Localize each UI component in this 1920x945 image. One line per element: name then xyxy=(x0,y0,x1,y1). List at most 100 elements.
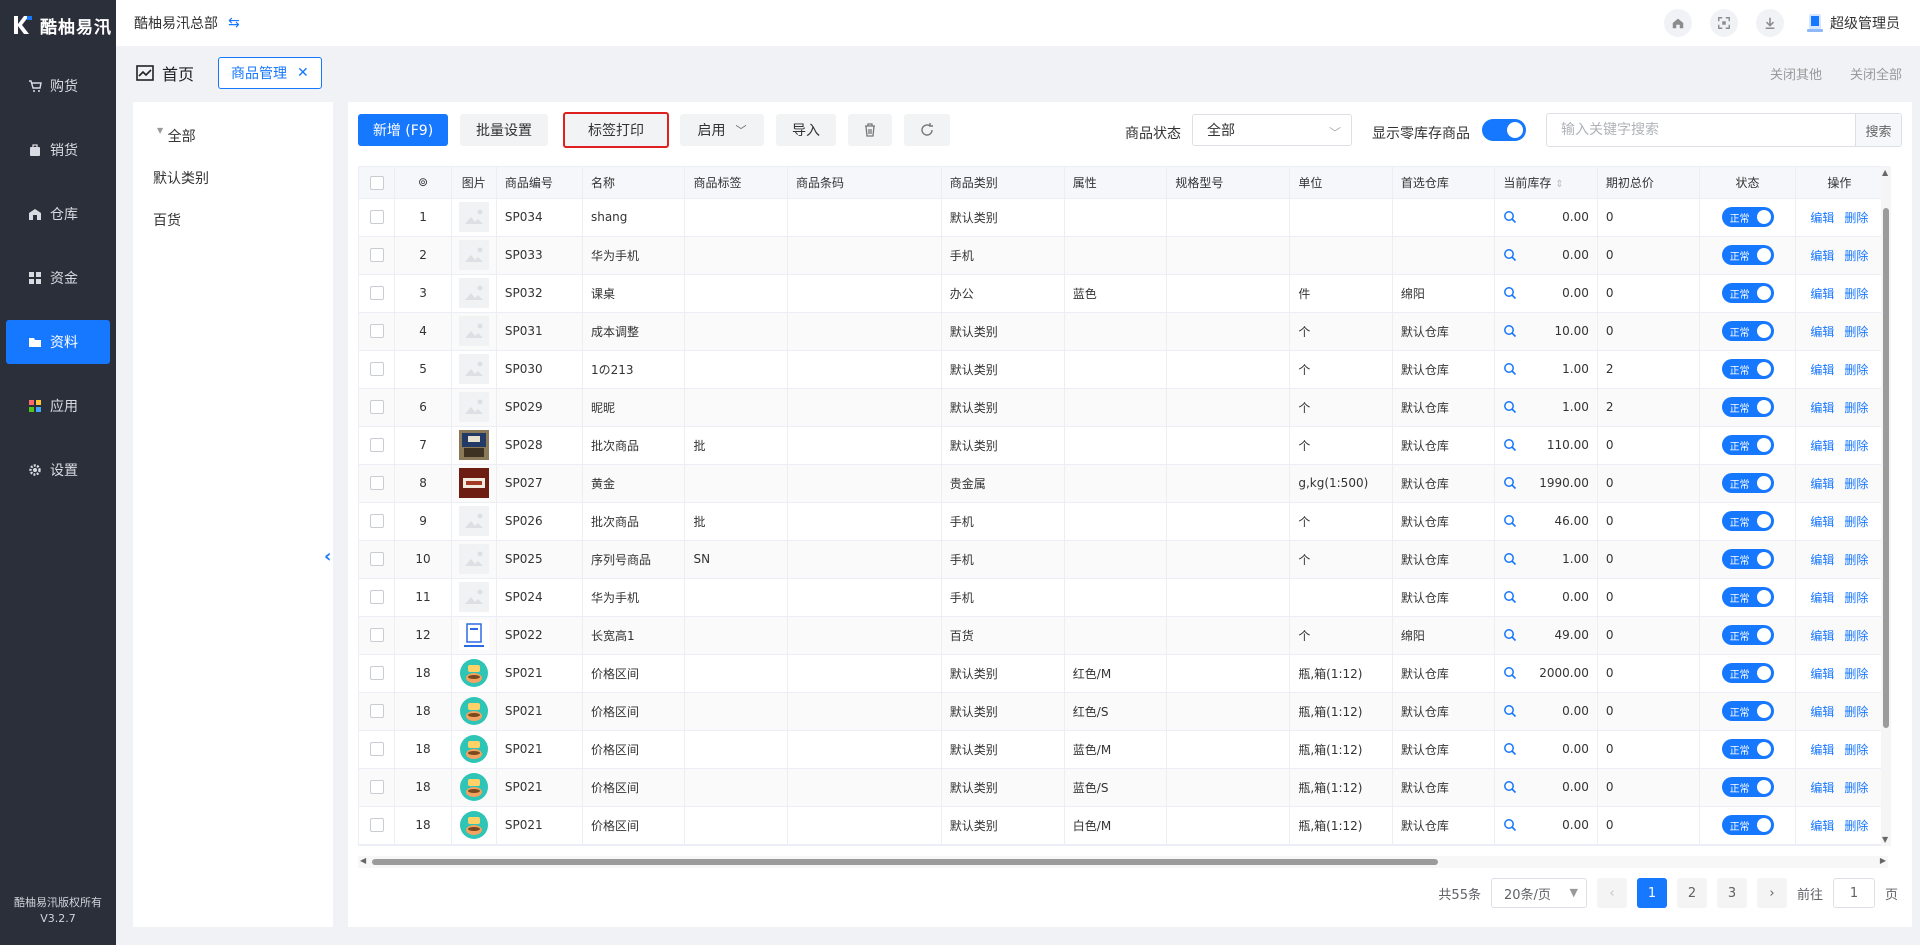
edit-link[interactable]: 编辑 xyxy=(1810,781,1834,795)
status-toggle[interactable]: 正常 xyxy=(1721,587,1774,607)
add-button[interactable]: 新增 (F9) xyxy=(358,114,448,146)
status-toggle[interactable]: 正常 xyxy=(1721,207,1774,227)
vertical-scroll-thumb[interactable] xyxy=(1883,208,1889,728)
table-row[interactable]: 2 SP033 华为手机 手机 0.00 0 正常 编辑 删除 xyxy=(359,236,1882,275)
table-row[interactable]: 18 SP021 价格区间 默认类别 蓝色/S 瓶,箱(1:12) 默认仓库 0.00 0 正常 编… xyxy=(359,768,1882,807)
org-name[interactable]: 酷柚易汛总部 xyxy=(134,13,218,33)
tab-home[interactable]: 首页 xyxy=(136,61,194,85)
status-toggle[interactable]: 正常 xyxy=(1721,777,1774,797)
sidebar-item-6[interactable]: 设置 xyxy=(6,448,110,492)
edit-link[interactable]: 编辑 xyxy=(1810,439,1834,453)
row-checkbox[interactable] xyxy=(359,388,396,427)
edit-link[interactable]: 编辑 xyxy=(1810,667,1834,681)
sidebar-item-5[interactable]: 应用 xyxy=(6,384,110,428)
scroll-right-icon[interactable]: ▶ xyxy=(1880,856,1886,865)
edit-link[interactable]: 编辑 xyxy=(1810,211,1834,225)
prev-page-button[interactable]: ‹ xyxy=(1596,878,1627,908)
delete-link[interactable]: 删除 xyxy=(1844,781,1868,795)
table-row[interactable]: 4 SP031 成本调整 默认类别 个默认仓库 10.00 0 正常 编辑 删除 xyxy=(359,312,1882,351)
status-toggle[interactable]: 正常 xyxy=(1721,321,1774,341)
table-row[interactable]: 18 SP021 价格区间 默认类别 红色/S 瓶,箱(1:12) 默认仓库 0.00 0 正常 编… xyxy=(359,692,1882,731)
delete-link[interactable]: 删除 xyxy=(1844,325,1868,339)
row-checkbox[interactable] xyxy=(359,692,396,731)
delete-link[interactable]: 删除 xyxy=(1844,629,1868,643)
edit-link[interactable]: 编辑 xyxy=(1810,401,1834,415)
status-toggle[interactable]: 正常 xyxy=(1721,815,1774,835)
scroll-left-icon[interactable]: ◀ xyxy=(360,856,366,865)
edit-link[interactable]: 编辑 xyxy=(1810,743,1834,757)
search-icon[interactable] xyxy=(1503,438,1517,452)
status-toggle[interactable]: 正常 xyxy=(1721,663,1774,683)
horizontal-scroll-thumb[interactable] xyxy=(372,859,1438,865)
delete-link[interactable]: 删除 xyxy=(1844,287,1868,301)
select-all-checkbox[interactable] xyxy=(359,167,396,199)
sidebar-item-3[interactable]: 资金 xyxy=(6,256,110,300)
table-row[interactable]: 6 SP029 昵昵 默认类别 个默认仓库 1.00 2 正常 编辑 删除 xyxy=(359,388,1882,427)
table-row[interactable]: 7 SP028 批次商品批 默认类别 个默认仓库 110.00 0 正常 编辑 删除 xyxy=(359,426,1882,465)
delete-link[interactable]: 删除 xyxy=(1844,591,1868,605)
sidebar-item-1[interactable]: 销货 xyxy=(6,128,110,172)
user-menu[interactable]: 超级管理员 xyxy=(1806,13,1900,33)
status-toggle[interactable]: 正常 xyxy=(1721,435,1774,455)
row-checkbox[interactable] xyxy=(359,274,396,313)
search-icon[interactable] xyxy=(1503,666,1517,680)
edit-link[interactable]: 编辑 xyxy=(1810,249,1834,263)
status-toggle[interactable]: 正常 xyxy=(1721,397,1774,417)
enable-dropdown[interactable]: 启用 ﹀ xyxy=(680,114,764,146)
table-row[interactable]: 3 SP032 课桌 办公 蓝色 件绵阳 0.00 0 正常 编辑 删除 xyxy=(359,274,1882,313)
sidebar-item-0[interactable]: 购货 xyxy=(6,64,110,108)
row-checkbox[interactable] xyxy=(359,768,396,807)
page-size-select[interactable]: 20条/页 ▼ xyxy=(1490,878,1587,908)
swap-icon[interactable]: ⇆ xyxy=(228,15,240,31)
row-checkbox[interactable] xyxy=(359,350,396,389)
search-icon[interactable] xyxy=(1503,780,1517,794)
table-row[interactable]: 8 SP027 黄金 贵金属 g,kg(1:500) 默认仓库 1990.00 0 正常 编辑 删除 xyxy=(359,464,1882,503)
table-row[interactable]: 11 SP024 华为手机 手机 默认仓库 0.00 0 正常 编辑 删除 xyxy=(359,578,1882,617)
search-input[interactable] xyxy=(1547,114,1855,146)
edit-link[interactable]: 编辑 xyxy=(1810,477,1834,491)
row-checkbox[interactable] xyxy=(359,502,396,541)
search-icon[interactable] xyxy=(1503,248,1517,262)
table-row[interactable]: 5 SP030 1の213 默认类别 个默认仓库 1.00 2 正常 编辑 删除 xyxy=(359,350,1882,389)
search-icon[interactable] xyxy=(1503,400,1517,414)
search-icon[interactable] xyxy=(1503,324,1517,338)
edit-link[interactable]: 编辑 xyxy=(1810,591,1834,605)
search-icon[interactable] xyxy=(1503,590,1517,604)
status-toggle[interactable]: 正常 xyxy=(1721,625,1774,645)
status-toggle[interactable]: 正常 xyxy=(1721,359,1774,379)
row-checkbox[interactable] xyxy=(359,540,396,579)
label-print-button[interactable]: 标签打印 xyxy=(563,112,669,148)
category-daily[interactable]: 百货 xyxy=(153,210,181,230)
sidebar-item-4[interactable]: 资料 xyxy=(6,320,110,364)
delete-link[interactable]: 删除 xyxy=(1844,249,1868,263)
edit-link[interactable]: 编辑 xyxy=(1810,819,1834,833)
row-checkbox[interactable] xyxy=(359,578,396,617)
delete-link[interactable]: 删除 xyxy=(1844,439,1868,453)
status-select[interactable]: 全部 ﹀ xyxy=(1192,114,1352,146)
sort-icon[interactable]: ⇕ xyxy=(1555,179,1563,190)
edit-link[interactable]: 编辑 xyxy=(1810,515,1834,529)
batch-settings-button[interactable]: 批量设置 xyxy=(460,114,548,146)
search-icon[interactable] xyxy=(1503,818,1517,832)
search-icon[interactable] xyxy=(1503,362,1517,376)
status-toggle[interactable]: 正常 xyxy=(1721,245,1774,265)
row-checkbox[interactable] xyxy=(359,426,396,465)
search-icon[interactable] xyxy=(1503,552,1517,566)
table-row[interactable]: 10 SP025 序列号商品 SN 手机 个默认仓库 1.00 0 正常 编辑 删除 xyxy=(359,540,1882,579)
sidebar-item-2[interactable]: 仓库 xyxy=(6,192,110,236)
row-checkbox[interactable] xyxy=(359,616,396,655)
close-icon[interactable]: ✕ xyxy=(297,65,309,81)
status-toggle[interactable]: 正常 xyxy=(1721,511,1774,531)
search-button[interactable]: 搜索 xyxy=(1855,114,1901,146)
delete-link[interactable]: 删除 xyxy=(1844,819,1868,833)
row-checkbox[interactable] xyxy=(359,464,396,503)
delete-link[interactable]: 删除 xyxy=(1844,401,1868,415)
table-row[interactable]: 1 SP034 shang 默认类别 0.00 0 正常 编辑 删除 xyxy=(359,198,1882,237)
search-icon[interactable] xyxy=(1503,628,1517,642)
delete-link[interactable]: 删除 xyxy=(1844,515,1868,529)
search-icon[interactable] xyxy=(1503,742,1517,756)
row-checkbox[interactable] xyxy=(359,198,396,237)
search-icon[interactable] xyxy=(1503,210,1517,224)
page-button[interactable]: 1 xyxy=(1636,878,1667,908)
search-icon[interactable] xyxy=(1503,476,1517,490)
